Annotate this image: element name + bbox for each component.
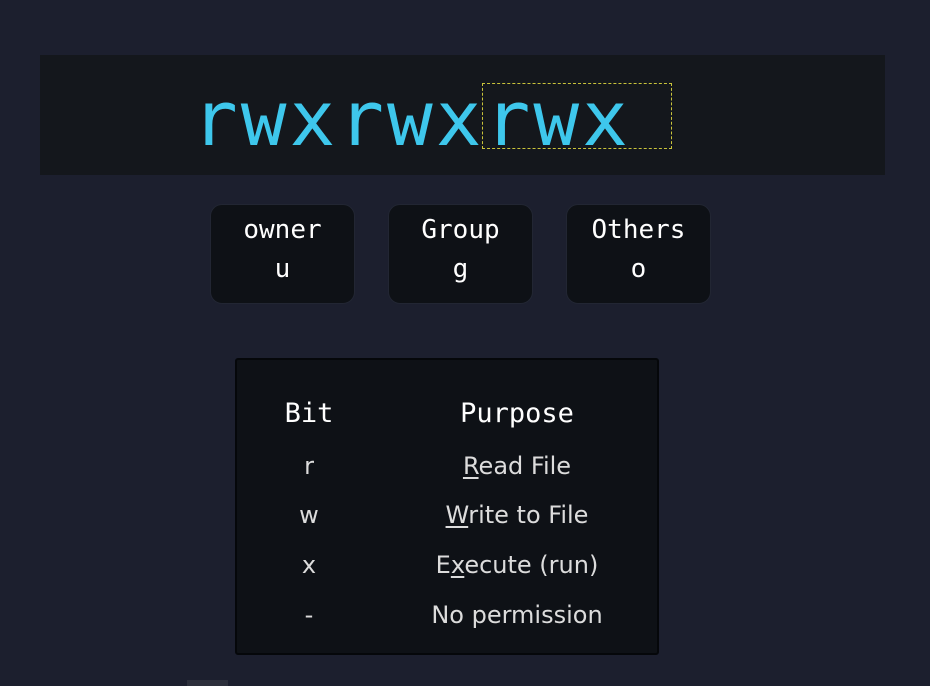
- legend-purpose: Write to File: [445, 501, 589, 529]
- permission-string: rwx rwx rwx: [192, 74, 672, 164]
- legend-header-purpose: Purpose: [460, 398, 574, 429]
- legend-bit: -: [304, 601, 314, 629]
- role-name: Group: [421, 215, 500, 245]
- legend-row: r Read File: [237, 452, 657, 482]
- mnemonic-letter: R: [462, 452, 479, 480]
- mnemonic-letter: W: [445, 501, 469, 529]
- role-letter: g: [452, 254, 469, 284]
- legend-purpose: Execute (run): [435, 551, 599, 579]
- legend-header-bit: Bit: [284, 398, 334, 429]
- legend-purpose: No permission: [431, 601, 603, 629]
- scroll-indicator: [187, 680, 228, 686]
- legend-purpose: Read File: [462, 452, 572, 480]
- legend-row: - No permission: [237, 601, 657, 631]
- role-card-owner: owner u: [210, 204, 355, 304]
- permission-legend-table: Bit Purpose r Read File w Write to File …: [235, 358, 659, 655]
- role-name: Others: [591, 215, 686, 245]
- legend-row: x Execute (run): [237, 551, 657, 581]
- role-card-others: Others o: [566, 204, 711, 304]
- role-name: owner: [243, 215, 322, 245]
- role-letter: u: [274, 254, 291, 284]
- legend-bit: r: [304, 452, 314, 480]
- role-letter: o: [630, 254, 647, 284]
- role-card-group: Group g: [388, 204, 533, 304]
- others-permission-bits: rwx: [481, 74, 672, 163]
- owner-permission-bits: rwx: [192, 74, 339, 163]
- mnemonic-letter: x: [450, 551, 465, 579]
- legend-bit: x: [301, 551, 317, 579]
- legend-row: w Write to File: [237, 501, 657, 531]
- legend-bit: w: [299, 501, 319, 529]
- group-permission-bits: rwx: [338, 74, 485, 163]
